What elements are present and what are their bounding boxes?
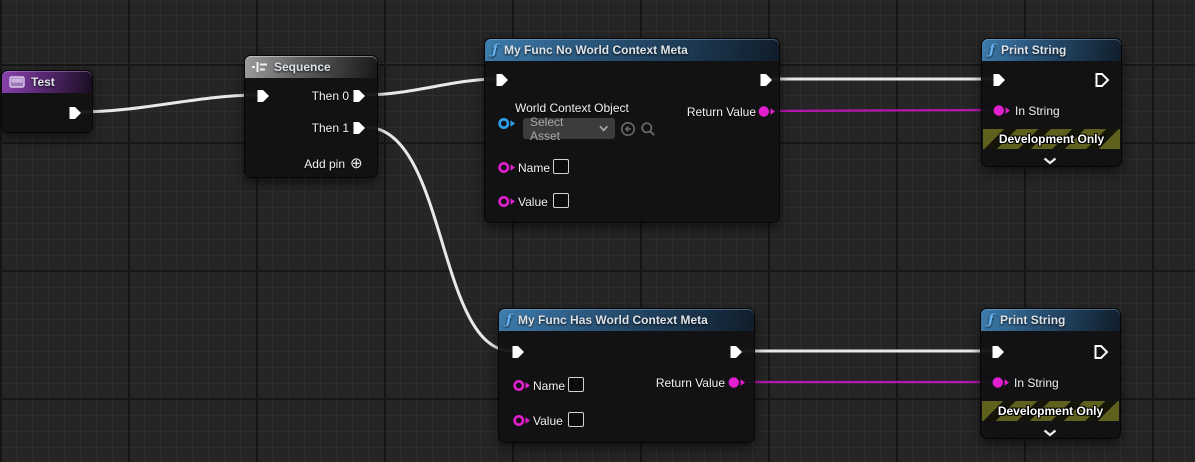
pin-label-in-string: In String — [1015, 104, 1060, 118]
select-asset-dropdown[interactable]: Select Asset — [523, 118, 615, 139]
value-pin[interactable] — [498, 195, 517, 208]
in-string-pin[interactable] — [993, 104, 1012, 117]
function-icon: ƒ — [492, 43, 498, 57]
node-test-header[interactable]: Test — [2, 71, 92, 93]
then0-exec-out-pin[interactable] — [351, 88, 367, 104]
pin-label-value: Value — [518, 195, 548, 209]
return-value-pin[interactable] — [728, 376, 747, 389]
value-input[interactable] — [568, 412, 584, 427]
use-selected-asset-icon[interactable] — [620, 121, 636, 142]
node-print-string-bottom[interactable]: ƒ Print String In String Development Onl… — [980, 308, 1121, 439]
function-icon: ƒ — [988, 313, 994, 327]
exec-in-pin[interactable] — [510, 344, 526, 360]
node-print-string-bottom-header[interactable]: ƒ Print String — [981, 309, 1120, 331]
name-input[interactable] — [553, 159, 569, 174]
exec-in-pin[interactable] — [990, 344, 1006, 360]
world-context-object-pin[interactable] — [498, 117, 517, 130]
node-print-string-top[interactable]: ƒ Print String In String Development Onl… — [981, 38, 1122, 167]
node-func-no-world-header[interactable]: ƒ My Func No World Context Meta — [485, 39, 779, 61]
exec-in-pin[interactable] — [991, 72, 1007, 88]
in-string-pin[interactable] — [992, 376, 1011, 389]
collapse-chevron-icon[interactable] — [1043, 152, 1057, 170]
node-title: Sequence — [274, 60, 331, 74]
pin-label-return-value: Return Value — [687, 105, 756, 119]
name-pin[interactable] — [498, 161, 517, 174]
pin-label-value: Value — [533, 414, 563, 428]
sequence-icon — [252, 61, 268, 73]
add-pin-icon[interactable]: ⊕ — [350, 156, 363, 171]
node-my-func-no-world-context-meta[interactable]: ƒ My Func No World Context Meta World Co… — [484, 38, 780, 223]
exec-out-pin-unconnected[interactable] — [1093, 344, 1109, 360]
node-my-func-has-world-context-meta[interactable]: ƒ My Func Has World Context Meta Name — [498, 308, 755, 443]
pin-label-in-string: In String — [1014, 376, 1059, 390]
exec-out-pin[interactable] — [728, 344, 744, 360]
development-only-banner: Development Only — [982, 401, 1119, 421]
node-title: Test — [31, 75, 55, 89]
node-title: My Func No World Context Meta — [504, 43, 688, 57]
node-sequence[interactable]: Sequence Then 0 Then 1 [data-name="pin-l… — [244, 55, 378, 178]
value-pin[interactable] — [513, 414, 532, 427]
pin-label-return-value: Return Value — [656, 376, 725, 390]
function-icon: ƒ — [989, 43, 995, 57]
node-func-has-world-header[interactable]: ƒ My Func Has World Context Meta — [499, 309, 754, 331]
exec-in-pin[interactable] — [255, 88, 271, 104]
pin-label-name: Name — [518, 161, 550, 175]
name-input[interactable] — [568, 377, 584, 392]
name-pin[interactable] — [513, 379, 532, 392]
blueprint-graph-canvas[interactable]: Test Sequence Then 0 — [0, 0, 1195, 462]
node-title: Print String — [1000, 313, 1065, 327]
pin-label-then1: Then 1 — [312, 121, 349, 135]
wire-test-to-sequence[interactable] — [80, 95, 257, 112]
exec-out-pin[interactable] — [758, 72, 774, 88]
browse-asset-search-icon[interactable] — [640, 121, 656, 142]
select-asset-value: Select Asset — [530, 115, 592, 143]
value-input[interactable] — [553, 193, 569, 208]
then1-exec-out-pin[interactable] — [351, 120, 367, 136]
wire-return-to-instring-top[interactable] — [770, 110, 995, 111]
pin-label-world-context-object: World Context Object — [515, 101, 629, 115]
node-sequence-header[interactable]: Sequence — [245, 56, 377, 78]
event-icon — [9, 76, 25, 88]
chevron-down-icon — [599, 125, 608, 132]
pin-label-then0: Then 0 — [312, 89, 349, 103]
pin-label-name: Name — [533, 379, 565, 393]
exec-out-pin-unconnected[interactable] — [1094, 72, 1110, 88]
function-icon: ƒ — [506, 313, 512, 327]
add-pin-label: Add pin — [304, 157, 345, 171]
development-only-banner: Development Only — [983, 129, 1120, 149]
node-title: My Func Has World Context Meta — [518, 313, 708, 327]
wire-then0-to-funcnoworld[interactable] — [365, 79, 496, 95]
exec-in-pin[interactable] — [494, 72, 510, 88]
return-value-pin[interactable] — [758, 105, 777, 118]
exec-out-pin[interactable] — [67, 105, 83, 121]
node-test[interactable]: Test — [1, 70, 93, 133]
collapse-chevron-icon[interactable] — [1043, 424, 1057, 442]
node-title: Print String — [1001, 43, 1066, 57]
node-print-string-top-header[interactable]: ƒ Print String — [982, 39, 1121, 61]
